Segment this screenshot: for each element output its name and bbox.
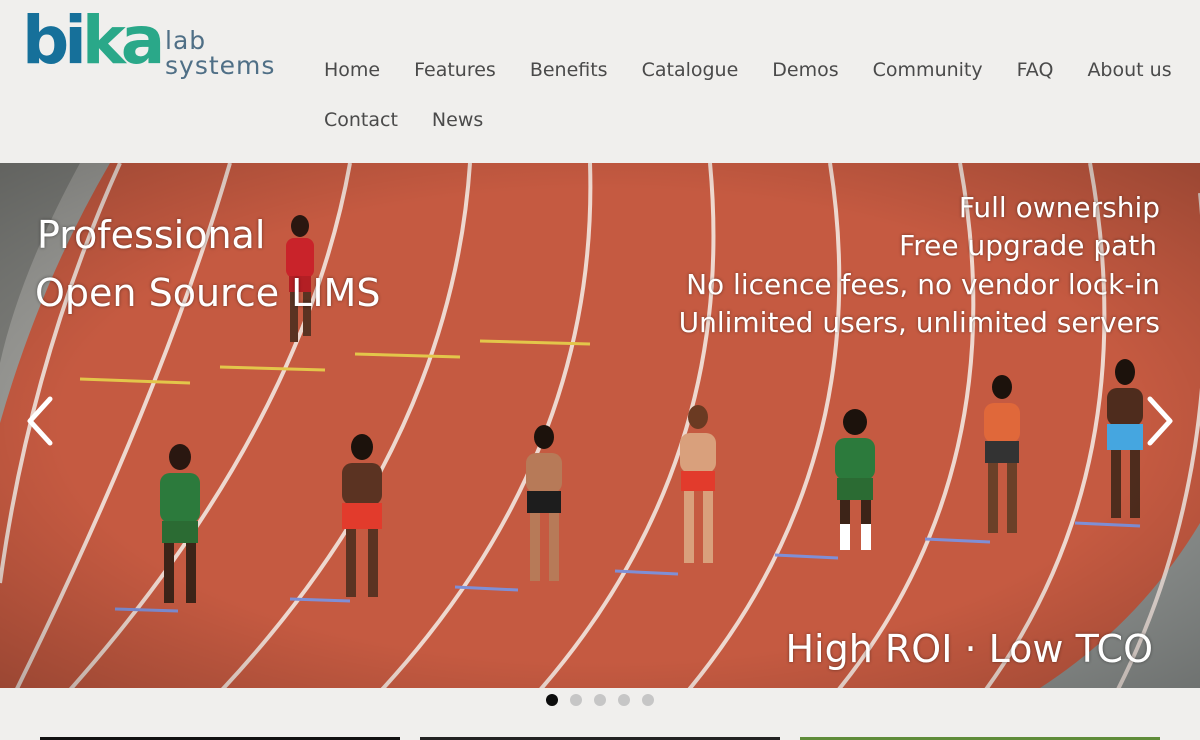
slider-dot-2[interactable] <box>570 694 582 706</box>
hero-slider: Professional Open Source LIMS Full owner… <box>0 163 1200 688</box>
slide-caption-high-roi: High ROI · Low TCO <box>785 627 1153 671</box>
site-header: bika lab systems Home Features Benefits … <box>0 0 1200 163</box>
slider-next-button[interactable] <box>1140 393 1180 449</box>
nav-catalogue[interactable]: Catalogue <box>642 58 739 90</box>
nav-demos[interactable]: Demos <box>772 58 838 90</box>
bika-lab-systems-logo[interactable]: bika lab systems <box>22 8 312 84</box>
nav-community[interactable]: Community <box>873 58 983 90</box>
nav-row-2: Contact News <box>324 108 517 140</box>
nav-faq[interactable]: FAQ <box>1017 58 1054 90</box>
logo-systems-text: systems <box>165 51 276 80</box>
slider-dot-3[interactable] <box>594 694 606 706</box>
slider-dot-5[interactable] <box>642 694 654 706</box>
nav-home[interactable]: Home <box>324 58 380 90</box>
slide-caption-unlimited-users: Unlimited users, unlimited servers <box>678 306 1160 339</box>
slide-caption-full-ownership: Full ownership <box>958 191 1160 224</box>
slider-prev-button[interactable] <box>20 393 60 449</box>
nav-row-1: Home Features Benefits Catalogue Demos C… <box>324 58 1200 90</box>
logo-wordmark: bika <box>22 2 165 79</box>
nav-about-us[interactable]: About us <box>1087 58 1171 90</box>
nav-contact[interactable]: Contact <box>324 108 398 140</box>
slider-dot-1[interactable] <box>546 694 558 706</box>
slider-pagination <box>546 694 666 706</box>
slide-caption-professional: Professional <box>37 213 266 257</box>
chevron-right-icon <box>1147 396 1173 446</box>
nav-benefits[interactable]: Benefits <box>530 58 608 90</box>
slider-dot-4[interactable] <box>618 694 630 706</box>
slide-caption-no-licence-fees: No licence fees, no vendor lock-in <box>686 268 1160 301</box>
slide-caption-open-source-lims: Open Source LIMS <box>35 271 381 315</box>
slide-caption-free-upgrade: Free upgrade path <box>899 229 1157 262</box>
nav-news[interactable]: News <box>432 108 483 140</box>
nav-features[interactable]: Features <box>414 58 496 90</box>
chevron-left-icon <box>27 396 53 446</box>
logo-lab-text: lab <box>165 26 207 55</box>
